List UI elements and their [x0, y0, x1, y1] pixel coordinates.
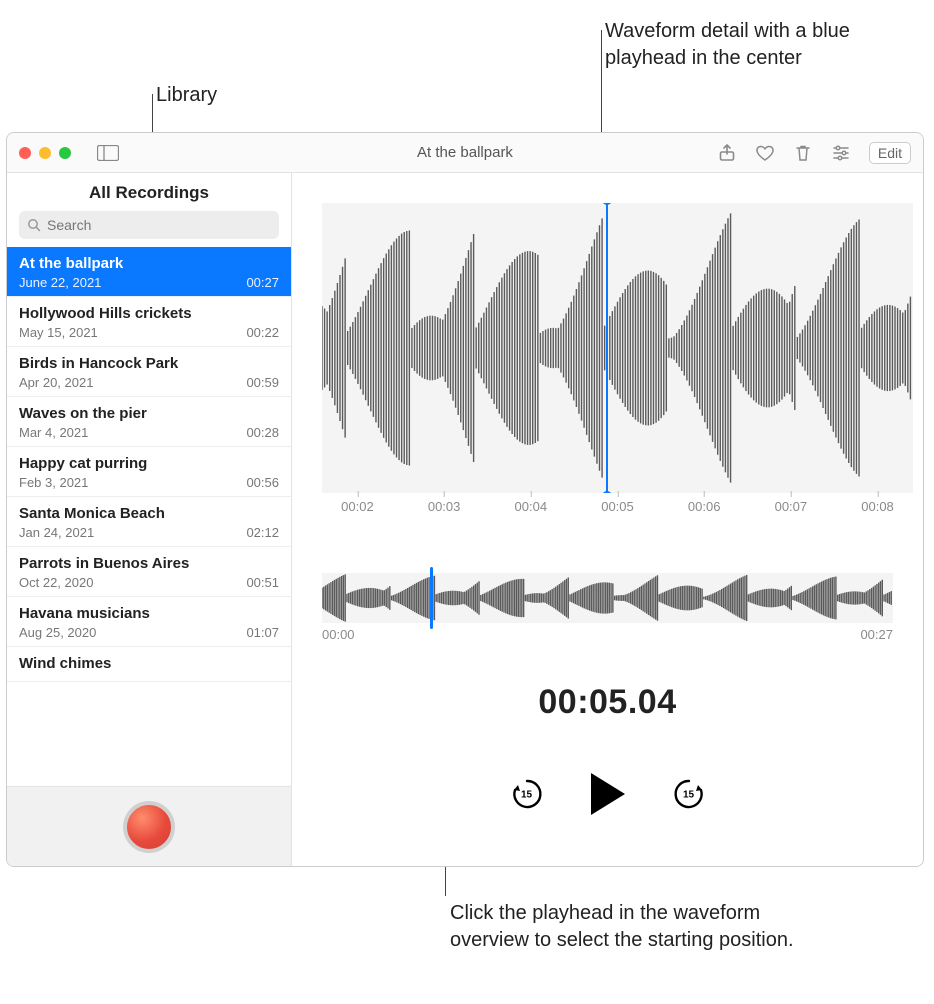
recording-meta: Oct 22, 2020 00:51: [19, 575, 279, 590]
callout-waveform-detail: Waveform detail with a blue playhead in …: [605, 18, 905, 72]
recording-date: May 15, 2021: [19, 325, 98, 340]
recording-name: Wind chimes: [19, 655, 279, 672]
timeline-tick: 00:05: [601, 499, 634, 514]
recording-date: Oct 22, 2020: [19, 575, 93, 590]
search-icon: [27, 218, 41, 232]
recording-item[interactable]: Happy cat purring Feb 3, 2021 00:56: [7, 447, 291, 497]
sidebar-header: All Recordings: [7, 173, 291, 211]
callout-library: Library: [156, 82, 217, 109]
record-footer: [7, 786, 291, 866]
recording-meta: May 15, 2021 00:22: [19, 325, 279, 340]
recording-duration: 01:07: [246, 625, 279, 640]
recording-date: Feb 3, 2021: [19, 475, 88, 490]
overview-end-label: 00:27: [860, 627, 893, 642]
recording-date: Aug 25, 2020: [19, 625, 96, 640]
window-controls: [19, 147, 71, 159]
settings-sliders-icon[interactable]: [831, 143, 851, 163]
timeline-tick: 00:06: [688, 499, 721, 514]
minimize-window-icon[interactable]: [39, 147, 51, 159]
recording-item[interactable]: Havana musicians Aug 25, 2020 01:07: [7, 597, 291, 647]
current-time: 00:05.04: [292, 683, 923, 722]
sidebar-toggle-button[interactable]: [97, 145, 119, 161]
play-button[interactable]: [591, 773, 625, 815]
recording-name: Havana musicians: [19, 605, 279, 622]
waveform-overview[interactable]: [322, 573, 893, 623]
recording-name: Hollywood Hills crickets: [19, 305, 279, 322]
recording-item[interactable]: Santa Monica Beach Jan 24, 2021 02:12: [7, 497, 291, 547]
playhead[interactable]: [606, 203, 608, 493]
close-window-icon[interactable]: [19, 147, 31, 159]
skip-amount-label: 15: [521, 790, 532, 801]
timeline-tick: 00:02: [341, 499, 374, 514]
search-input-wrap[interactable]: [19, 211, 279, 239]
timeline-tick: 00:03: [428, 499, 461, 514]
recording-duration: 00:51: [246, 575, 279, 590]
trash-icon[interactable]: [793, 143, 813, 163]
recording-duration: 00:28: [246, 425, 279, 440]
recording-duration: 00:59: [246, 375, 279, 390]
recording-meta: Apr 20, 2021 00:59: [19, 375, 279, 390]
recording-name: Santa Monica Beach: [19, 505, 279, 522]
favorite-icon[interactable]: [755, 143, 775, 163]
recording-name: Birds in Hancock Park: [19, 355, 279, 372]
waveform-detail[interactable]: [322, 203, 913, 493]
playback-controls: 15 15: [292, 773, 923, 815]
recording-name: At the ballpark: [19, 255, 279, 272]
recording-item[interactable]: Birds in Hancock Park Apr 20, 2021 00:59: [7, 347, 291, 397]
recording-item[interactable]: Hollywood Hills crickets May 15, 2021 00:2…: [7, 297, 291, 347]
recording-duration: 02:12: [246, 525, 279, 540]
skip-amount-label: 15: [683, 790, 694, 801]
recording-item[interactable]: At the ballpark June 22, 2021 00:27: [7, 247, 291, 297]
recording-name: Parrots in Buenos Aires: [19, 555, 279, 572]
recording-date: Apr 20, 2021: [19, 375, 93, 390]
recording-date: Mar 4, 2021: [19, 425, 88, 440]
recording-duration: 00:27: [246, 275, 279, 290]
recording-name: Happy cat purring: [19, 455, 279, 472]
overview-start-label: 00:00: [322, 627, 355, 642]
recording-meta: Jan 24, 2021 02:12: [19, 525, 279, 540]
recording-item[interactable]: Parrots in Buenos Aires Oct 22, 2020 00:51: [7, 547, 291, 597]
app-window: At the ballpark Edit All Recordings: [6, 132, 924, 867]
library-sidebar: All Recordings At the ballpark June 22, 2…: [7, 173, 292, 866]
main-panel: 00:02 00:03 00:04 00:05 00:06 00:07 00:08 00:0…: [292, 173, 923, 866]
recordings-list: At the ballpark June 22, 2021 00:27 Hollywo…: [7, 247, 291, 786]
recording-duration: 00:56: [246, 475, 279, 490]
recording-meta: June 22, 2021 00:27: [19, 275, 279, 290]
callout-overview-hint: Click the playhead in the waveform overv…: [450, 900, 810, 954]
recording-name: Waves on the pier: [19, 405, 279, 422]
recording-date: June 22, 2021: [19, 275, 101, 290]
zoom-window-icon[interactable]: [59, 147, 71, 159]
skip-forward-button[interactable]: 15: [671, 776, 707, 812]
recording-item[interactable]: Waves on the pier Mar 4, 2021 00:28: [7, 397, 291, 447]
skip-back-button[interactable]: 15: [509, 776, 545, 812]
recording-date: Jan 24, 2021: [19, 525, 94, 540]
search-input[interactable]: [47, 217, 271, 233]
recording-meta: Mar 4, 2021 00:28: [19, 425, 279, 440]
timeline-tick: 00:04: [515, 499, 548, 514]
timeline-tick: 00:08: [861, 499, 894, 514]
timeline-tick: 00:07: [775, 499, 808, 514]
timeline-ruler: 00:02 00:03 00:04 00:05 00:06 00:07 00:08: [322, 499, 913, 527]
edit-button[interactable]: Edit: [869, 142, 911, 164]
recording-duration: 00:22: [246, 325, 279, 340]
recording-item[interactable]: Wind chimes: [7, 647, 291, 682]
recording-meta: Aug 25, 2020 01:07: [19, 625, 279, 640]
share-icon[interactable]: [717, 143, 737, 163]
titlebar: At the ballpark Edit: [7, 133, 923, 173]
recording-meta: Feb 3, 2021 00:56: [19, 475, 279, 490]
record-button[interactable]: [123, 801, 175, 853]
